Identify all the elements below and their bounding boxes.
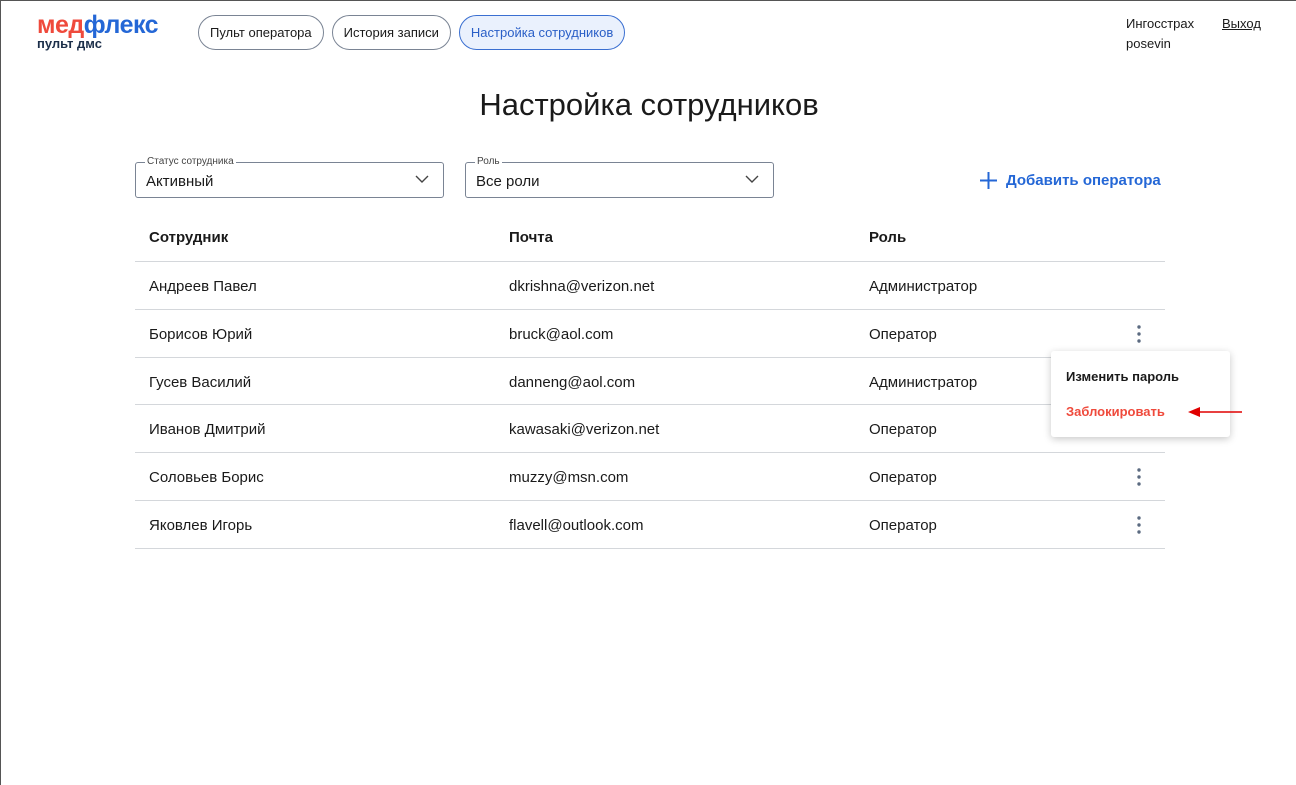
logo-wordmark: медфлекс: [37, 11, 159, 39]
table-row: Иванов Дмитрий kawasaki@verizon.net Опер…: [135, 405, 1165, 454]
table-header: Сотрудник Почта Роль: [135, 215, 1165, 262]
nav-tab-staff-settings[interactable]: Настройка сотрудников: [458, 15, 626, 50]
nav-tab-operator-console[interactable]: Пульт оператора: [198, 15, 324, 50]
user-login: posevin: [1126, 36, 1171, 51]
top-nav: Пульт оператора История записи Настройка…: [198, 15, 626, 50]
status-filter-select[interactable]: Статус сотрудника Активный: [135, 156, 444, 198]
employee-role: Оператор: [869, 516, 937, 534]
user-company: Ингосстрах: [1126, 16, 1195, 31]
employee-name: Соловьев Борис: [149, 469, 264, 487]
user-info: Ингосстрах posevin: [1126, 14, 1194, 54]
staff-table: Сотрудник Почта Роль Андреев Павел dkris…: [135, 215, 1165, 549]
nav-tab-booking-history[interactable]: История записи: [331, 15, 451, 50]
column-header-role: Роль: [869, 229, 907, 246]
row-context-menu: Изменить пароль Заблокировать: [1051, 351, 1230, 437]
logo-subtitle: пульт дмс: [37, 36, 102, 51]
employee-email: kawasaki@verizon.net: [509, 421, 660, 439]
role-filter-value: Все роли: [476, 173, 540, 190]
employee-email: muzzy@msn.com: [509, 469, 629, 487]
table-row: Гусев Василий danneng@aol.com Администра…: [135, 358, 1165, 406]
plus-icon: [980, 172, 997, 189]
role-filter-legend: Роль: [475, 156, 502, 168]
employee-name: Иванов Дмитрий: [149, 421, 266, 439]
employee-role: Администратор: [869, 373, 978, 391]
more-vertical-icon[interactable]: [1133, 515, 1145, 535]
add-operator-button[interactable]: Добавить оператора: [979, 171, 1161, 190]
employee-email: flavell@outlook.com: [509, 516, 644, 534]
table-row: Андреев Павел dkrishna@verizon.net Админ…: [135, 262, 1165, 310]
employee-name: Борисов Юрий: [149, 325, 253, 343]
menu-item-change-password[interactable]: Изменить пароль: [1066, 369, 1179, 384]
employee-role: Оператор: [869, 421, 937, 439]
employee-email: danneng@aol.com: [509, 373, 636, 391]
add-operator-label: Добавить оператора: [1006, 172, 1161, 189]
employee-name: Гусев Василий: [149, 373, 252, 391]
logo[interactable]: медфлекс пульт дмс: [37, 11, 159, 51]
employee-name: Яковлев Игорь: [149, 516, 253, 534]
employee-role: Оператор: [869, 325, 937, 343]
role-filter-select[interactable]: Роль Все роли: [465, 156, 774, 198]
employee-email: bruck@aol.com: [509, 325, 614, 343]
more-vertical-icon[interactable]: [1133, 324, 1145, 344]
table-row: Соловьев Борис muzzy@msn.com Оператор: [135, 453, 1165, 501]
logo-part-blue: флекс: [83, 11, 159, 39]
employee-role: Оператор: [869, 469, 937, 487]
more-vertical-icon[interactable]: [1133, 467, 1145, 487]
column-header-employee: Сотрудник: [149, 229, 229, 246]
menu-item-block[interactable]: Заблокировать: [1066, 404, 1165, 419]
page-title: Настройка сотрудников: [479, 87, 819, 122]
employee-role: Администратор: [869, 278, 978, 295]
logo-part-red: мед: [37, 11, 84, 39]
status-filter-value: Активный: [146, 173, 214, 190]
employee-email: dkrishna@verizon.net: [509, 278, 655, 295]
table-row: Борисов Юрий bruck@aol.com Оператор: [135, 310, 1165, 358]
chevron-down-icon: [415, 175, 429, 183]
employee-name: Андреев Павел: [149, 278, 257, 295]
status-filter-legend: Статус сотрудника: [145, 156, 236, 168]
logout-link[interactable]: Выход: [1222, 14, 1261, 34]
chevron-down-icon: [745, 175, 759, 183]
annotation-arrow-icon: [1188, 407, 1242, 417]
column-header-email: Почта: [509, 229, 553, 246]
table-row: Яковлев Игорь flavell@outlook.com Операт…: [135, 501, 1165, 549]
